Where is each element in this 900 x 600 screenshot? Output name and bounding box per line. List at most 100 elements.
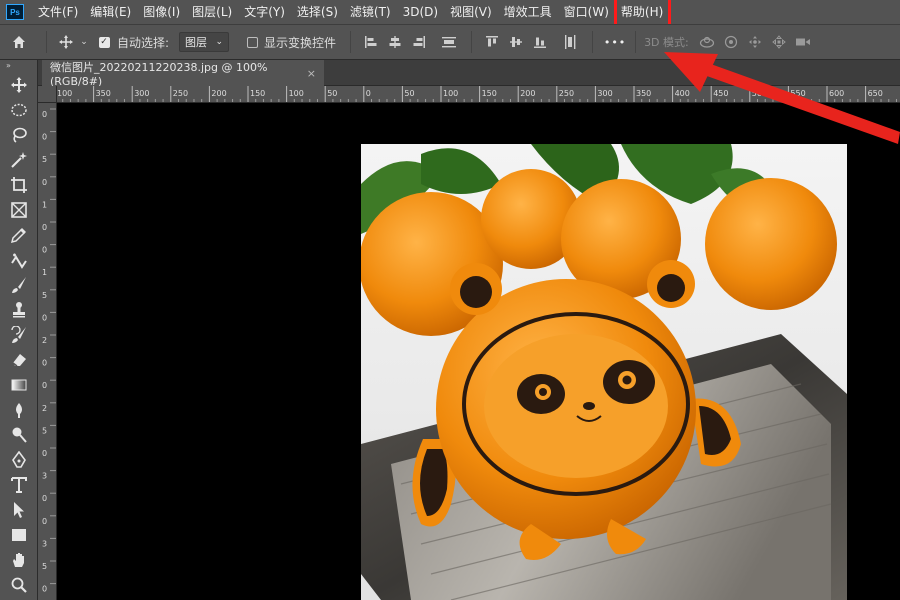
- collapse-panel-icon[interactable]: »: [0, 60, 37, 72]
- ruler-origin[interactable]: [38, 86, 57, 103]
- 3d-pan-icon[interactable]: [743, 30, 767, 54]
- menu-layer[interactable]: 图层(L): [186, 0, 238, 24]
- ruler-label: 500: [752, 89, 767, 98]
- blur-tool-icon[interactable]: [0, 397, 38, 422]
- gradient-tool-icon[interactable]: [0, 372, 38, 397]
- divider: [592, 31, 594, 53]
- ruler-label: 3: [42, 472, 47, 481]
- menu-plugins[interactable]: 增效工具: [498, 0, 558, 24]
- ruler-label: 250: [173, 89, 188, 98]
- ruler-label: 0: [366, 89, 371, 98]
- clone-stamp-tool-icon[interactable]: [0, 297, 38, 322]
- divider: [350, 31, 352, 53]
- document-image: [361, 144, 847, 600]
- align-horizontal-center-icon[interactable]: [383, 30, 407, 54]
- show-transform-label: 显示变换控件: [264, 35, 337, 50]
- auto-select-label: 自动选择:: [117, 35, 170, 50]
- home-icon[interactable]: [0, 34, 38, 50]
- align-top-icon[interactable]: [480, 30, 504, 54]
- menu-view[interactable]: 视图(V): [444, 0, 498, 24]
- menu-window[interactable]: 窗口(W): [558, 0, 615, 24]
- eraser-tool-icon[interactable]: [0, 347, 38, 372]
- more-options-icon[interactable]: •••: [601, 36, 629, 49]
- ruler-label: 1: [42, 268, 47, 277]
- tools-panel: »: [0, 60, 38, 600]
- ruler-label: 150: [250, 89, 265, 98]
- path-selection-tool-icon[interactable]: [0, 497, 38, 522]
- marquee-tool-icon[interactable]: [0, 97, 38, 122]
- show-transform-checkbox[interactable]: [247, 36, 259, 48]
- ruler-label: 200: [520, 89, 535, 98]
- menu-filter[interactable]: 滤镜(T): [344, 0, 397, 24]
- menu-bar: Ps 文件(F) 编辑(E) 图像(I) 图层(L) 文字(Y) 选择(S) 滤…: [0, 0, 900, 33]
- distribute-icon[interactable]: [437, 30, 461, 54]
- document-tab-bar: 微信图片_20220211220238.jpg @ 100%(RGB/8#) ×: [38, 60, 900, 88]
- type-tool-icon[interactable]: [0, 472, 38, 497]
- distribute-vertical-icon[interactable]: [558, 30, 582, 54]
- move-tool-icon[interactable]: [55, 34, 77, 50]
- align-right-icon[interactable]: [407, 30, 431, 54]
- horizontal-ruler[interactable]: 100 350 300 250 200 150 100 50 0 50 100 150 200 250 30…: [57, 86, 900, 103]
- document-tab-title: 微信图片_20220211220238.jpg @ 100%(RGB/8#): [50, 60, 268, 88]
- 3d-slide-icon[interactable]: [767, 30, 791, 54]
- 3d-camera-icon[interactable]: [791, 30, 815, 54]
- align-left-icon[interactable]: [359, 30, 383, 54]
- ruler-label: 450: [713, 89, 728, 98]
- brush-tool-icon[interactable]: [0, 272, 38, 297]
- auto-select-checkbox[interactable]: ✓: [95, 36, 113, 48]
- history-brush-tool-icon[interactable]: [0, 322, 38, 347]
- ruler-label: 0: [42, 585, 47, 594]
- menu-help[interactable]: 帮助(H): [613, 0, 672, 33]
- check-icon: ✓: [98, 36, 110, 48]
- photoshop-logo: Ps: [6, 4, 24, 20]
- 3d-mode-label: 3D 模式:: [644, 36, 689, 49]
- ruler-label: 0: [42, 223, 47, 232]
- menu-image[interactable]: 图像(I): [137, 0, 186, 24]
- align-vertical-center-icon[interactable]: [504, 30, 528, 54]
- hand-tool-icon[interactable]: [0, 547, 38, 572]
- close-icon[interactable]: ×: [307, 67, 316, 80]
- move-tool-icon[interactable]: [0, 72, 38, 97]
- ruler-label: 5: [42, 155, 47, 164]
- vertical-ruler[interactable]: 0 0 5 0 1 0 0 1 5 0 2 0 0 2 5 0 3 0 0 3 5 0: [38, 103, 57, 600]
- divider: [471, 31, 473, 53]
- align-bottom-icon[interactable]: [528, 30, 552, 54]
- ruler-label: 1: [42, 200, 47, 209]
- chevron-down-icon: ⌄: [215, 37, 224, 47]
- ruler-label: 50: [327, 89, 337, 98]
- lasso-tool-icon[interactable]: [0, 122, 38, 147]
- 3d-orbit-icon[interactable]: [695, 30, 719, 54]
- menu-select[interactable]: 选择(S): [291, 0, 344, 24]
- document-tab[interactable]: 微信图片_20220211220238.jpg @ 100%(RGB/8#) ×: [42, 60, 324, 88]
- menu-edit[interactable]: 编辑(E): [84, 0, 137, 24]
- ruler-label: 0: [42, 517, 47, 526]
- canvas-area[interactable]: [57, 103, 900, 600]
- frame-tool-icon[interactable]: [0, 197, 38, 222]
- ruler-label: 2: [42, 336, 47, 345]
- ruler-label: 0: [42, 359, 47, 368]
- ruler-label: 200: [211, 89, 226, 98]
- magic-wand-tool-icon[interactable]: [0, 147, 38, 172]
- pen-tool-icon[interactable]: [0, 447, 38, 472]
- eyedropper-tool-icon[interactable]: [0, 222, 38, 247]
- ruler-label: 50: [404, 89, 414, 98]
- menu-file[interactable]: 文件(F): [32, 0, 84, 24]
- layer-select-dropdown[interactable]: 图层 ⌄: [179, 32, 230, 52]
- ruler-label: 0: [42, 494, 47, 503]
- ruler-label: 100: [289, 89, 304, 98]
- 3d-roll-icon[interactable]: [719, 30, 743, 54]
- zoom-tool-icon[interactable]: [0, 572, 38, 597]
- chevron-down-icon[interactable]: ⌄: [77, 37, 91, 47]
- ruler-label: 150: [482, 89, 497, 98]
- dodge-tool-icon[interactable]: [0, 422, 38, 447]
- ruler-label: 300: [134, 89, 149, 98]
- menu-3d[interactable]: 3D(D): [397, 0, 444, 24]
- ruler-label: 0: [42, 133, 47, 142]
- menu-type[interactable]: 文字(Y): [238, 0, 291, 24]
- rectangle-tool-icon[interactable]: [0, 522, 38, 547]
- layer-select-value: 图层: [185, 36, 208, 49]
- ruler-label: 0: [42, 449, 47, 458]
- ruler-label: 5: [42, 291, 47, 300]
- crop-tool-icon[interactable]: [0, 172, 38, 197]
- healing-brush-tool-icon[interactable]: [0, 247, 38, 272]
